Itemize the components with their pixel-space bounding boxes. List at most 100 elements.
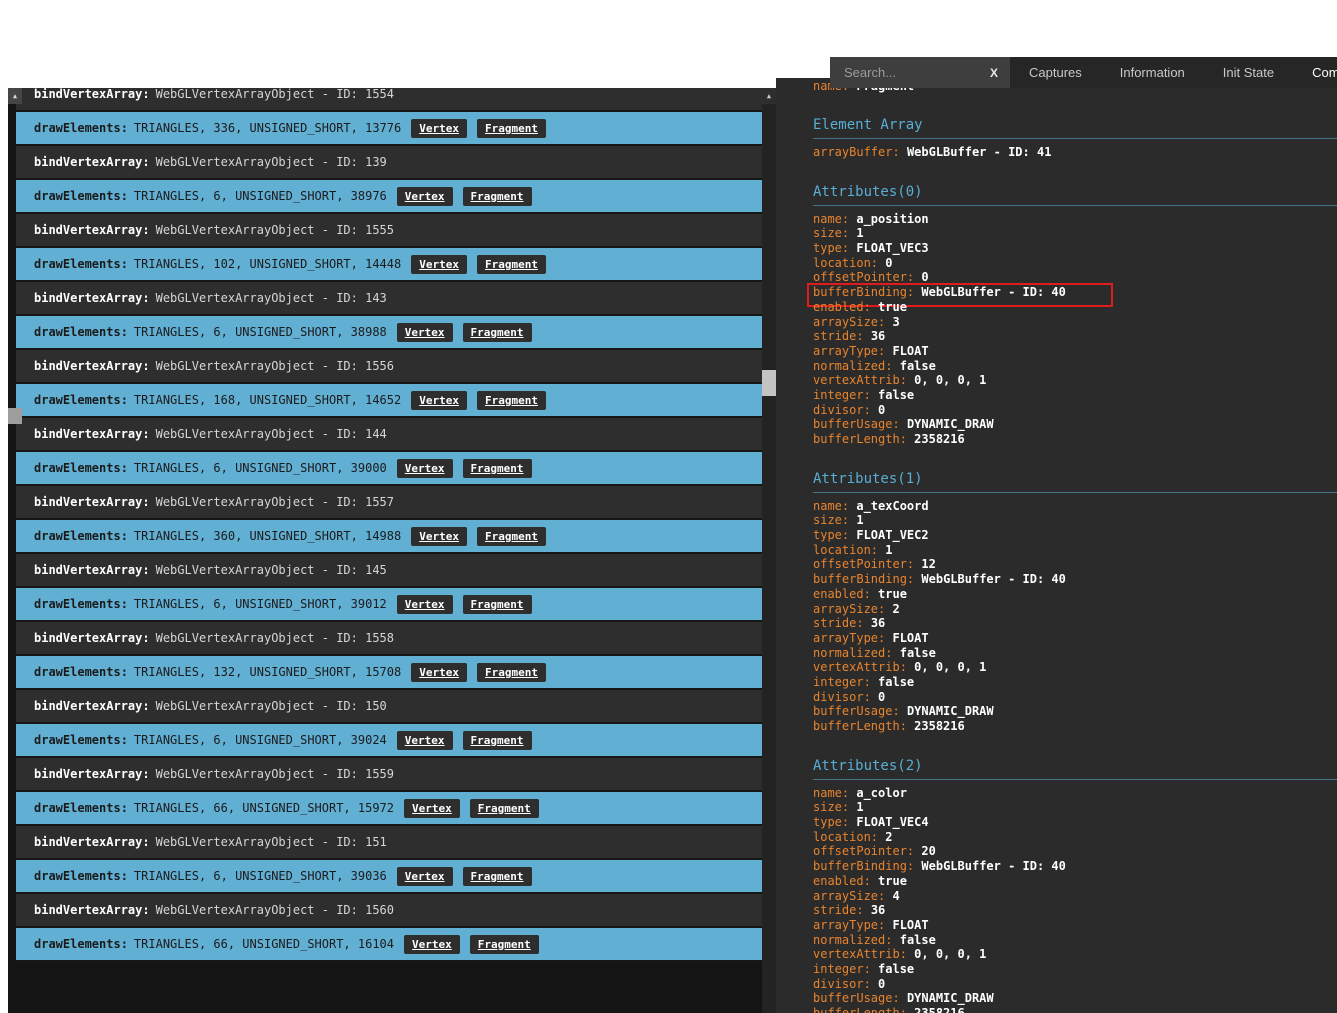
- command-row[interactable]: drawElements: TRIANGLES, 6, UNSIGNED_SHOR…: [16, 316, 762, 350]
- tab-information[interactable]: Information: [1101, 57, 1204, 88]
- property-line: enabled: true: [813, 587, 1337, 602]
- command-row[interactable]: bindVertexArray: WebGLVertexArrayObject -…: [16, 88, 762, 112]
- command-row[interactable]: bindVertexArray: WebGLVertexArrayObject -…: [16, 894, 762, 928]
- property-key: divisor:: [813, 689, 871, 704]
- scrollbar-thumb[interactable]: [8, 408, 22, 424]
- property-key: stride:: [813, 329, 864, 344]
- command-name: drawElements:: [34, 529, 128, 543]
- property-key: normalized:: [813, 358, 893, 373]
- fragment-shader-button[interactable]: Fragment: [476, 118, 546, 138]
- property-line: size: 1: [813, 513, 1337, 528]
- scrollbar-up-arrow-icon[interactable]: ▲: [762, 88, 776, 104]
- vertex-shader-button[interactable]: Vertex: [411, 526, 467, 546]
- command-row[interactable]: drawElements: TRIANGLES, 6, UNSIGNED_SHOR…: [16, 452, 762, 486]
- property-value: WebGLBuffer - ID: 41: [906, 145, 1052, 159]
- command-row[interactable]: drawElements: TRIANGLES, 102, UNSIGNED_SH…: [16, 248, 762, 282]
- fragment-shader-button[interactable]: Fragment: [476, 390, 546, 410]
- property-key: integer:: [813, 674, 871, 689]
- property-line: enabled: true: [813, 300, 1337, 315]
- property-line: arrayType: FLOAT: [813, 631, 1337, 646]
- command-row[interactable]: bindVertexArray: WebGLVertexArrayObject -…: [16, 282, 762, 316]
- command-row[interactable]: drawElements: TRIANGLES, 6, UNSIGNED_SHOR…: [16, 180, 762, 214]
- command-row[interactable]: bindVertexArray: WebGLVertexArrayObject -…: [16, 146, 762, 180]
- vertex-shader-button[interactable]: Vertex: [396, 730, 453, 750]
- command-row[interactable]: bindVertexArray: WebGLVertexArrayObject -…: [16, 826, 762, 860]
- section-title: Element Array: [813, 117, 1337, 139]
- fragment-shader-button[interactable]: Fragment: [462, 458, 532, 478]
- property-key: integer:: [813, 961, 871, 976]
- fragment-shader-button[interactable]: Fragment: [476, 254, 546, 274]
- command-args: WebGLVertexArrayObject - ID: 1555: [155, 223, 395, 237]
- command-row[interactable]: drawElements: TRIANGLES, 168, UNSIGNED_SH…: [16, 384, 762, 418]
- fragment-shader-button[interactable]: Fragment: [462, 730, 532, 750]
- property-line: divisor: 0: [813, 977, 1337, 992]
- vertex-shader-button[interactable]: Vertex: [411, 118, 467, 138]
- scrollbar-track[interactable]: [8, 88, 16, 1013]
- command-row[interactable]: drawElements: TRIANGLES, 6, UNSIGNED_SHOR…: [16, 588, 762, 622]
- property-key: type:: [813, 528, 850, 543]
- window-scrollbar[interactable]: ▲: [8, 88, 22, 1013]
- property-value: 2: [892, 601, 900, 616]
- fragment-shader-button[interactable]: Fragment: [476, 526, 546, 546]
- tab-init-state[interactable]: Init State: [1204, 57, 1293, 88]
- property-value: false: [899, 932, 936, 947]
- search-box[interactable]: X: [830, 57, 1010, 88]
- command-row[interactable]: bindVertexArray: WebGLVertexArrayObject -…: [16, 758, 762, 792]
- command-row[interactable]: bindVertexArray: WebGLVertexArrayObject -…: [16, 486, 762, 520]
- search-clear-icon[interactable]: X: [990, 66, 998, 80]
- vertex-shader-button[interactable]: Vertex: [396, 322, 453, 342]
- fragment-shader-button[interactable]: Fragment: [462, 186, 532, 206]
- vertex-shader-button[interactable]: Vertex: [411, 254, 467, 274]
- command-list: bindVertexArray: WebGLVertexArrayObject -…: [16, 88, 762, 1013]
- command-row[interactable]: drawElements: TRIANGLES, 66, UNSIGNED_SHO…: [16, 928, 762, 962]
- command-name: drawElements:: [34, 869, 128, 883]
- search-input[interactable]: [842, 64, 972, 81]
- vertex-shader-button[interactable]: Vertex: [396, 594, 453, 614]
- vertex-shader-button[interactable]: Vertex: [396, 866, 453, 886]
- property-line: location: 1: [813, 543, 1337, 558]
- fragment-shader-button[interactable]: Fragment: [469, 798, 539, 818]
- vertex-shader-button[interactable]: Vertex: [396, 186, 453, 206]
- property-line: size: 1: [813, 800, 1337, 815]
- command-row[interactable]: bindVertexArray: WebGLVertexArrayObject -…: [16, 554, 762, 588]
- property-key: enabled:: [813, 873, 871, 888]
- property-key: arraySize:: [813, 888, 886, 903]
- command-row[interactable]: drawElements: TRIANGLES, 6, UNSIGNED_SHOR…: [16, 860, 762, 894]
- property-value: 0: [878, 689, 886, 704]
- fragment-shader-button[interactable]: Fragment: [476, 662, 546, 682]
- fragment-shader-button[interactable]: Fragment: [462, 322, 532, 342]
- tab-captures[interactable]: Captures: [1010, 57, 1101, 88]
- command-row[interactable]: bindVertexArray: WebGLVertexArrayObject -…: [16, 214, 762, 248]
- command-row[interactable]: bindVertexArray: WebGLVertexArrayObject -…: [16, 690, 762, 724]
- vertex-shader-button[interactable]: Vertex: [404, 798, 460, 818]
- detail-section: Element Array arrayBuffer: WebGLBuffer - …: [813, 117, 1337, 160]
- vertex-shader-button[interactable]: Vertex: [411, 390, 467, 410]
- command-row[interactable]: drawElements: TRIANGLES, 132, UNSIGNED_SH…: [16, 656, 762, 690]
- scrollbar-up-arrow-icon[interactable]: ▲: [8, 88, 22, 104]
- vertex-shader-button[interactable]: Vertex: [411, 662, 467, 682]
- navbar-tabs: CapturesInformationInit StateCommands: [1010, 57, 1337, 88]
- command-name: bindVertexArray:: [34, 88, 150, 101]
- property-value: WebGLBuffer - ID: 40: [921, 285, 1066, 300]
- command-row[interactable]: bindVertexArray: WebGLVertexArrayObject -…: [16, 622, 762, 656]
- property-line: bufferBinding: WebGLBuffer - ID: 40: [813, 572, 1337, 587]
- vertex-shader-button[interactable]: Vertex: [396, 458, 453, 478]
- property-line: type: FLOAT_VEC3: [813, 241, 1337, 256]
- command-list-scrollbar[interactable]: ▲: [762, 88, 776, 1013]
- scrollbar-thumb[interactable]: [762, 370, 776, 396]
- command-row[interactable]: drawElements: TRIANGLES, 6, UNSIGNED_SHOR…: [16, 724, 762, 758]
- command-row[interactable]: drawElements: TRIANGLES, 360, UNSIGNED_SH…: [16, 520, 762, 554]
- property-key: size:: [813, 226, 850, 241]
- command-row[interactable]: drawElements: TRIANGLES, 336, UNSIGNED_SH…: [16, 112, 762, 146]
- command-name: drawElements:: [34, 665, 128, 679]
- tab-commands[interactable]: Commands: [1293, 57, 1337, 88]
- fragment-shader-button[interactable]: Fragment: [462, 866, 532, 886]
- command-row[interactable]: bindVertexArray: WebGLVertexArrayObject -…: [16, 418, 762, 452]
- command-args: TRIANGLES, 360, UNSIGNED_SHORT, 14988: [133, 529, 402, 543]
- command-row[interactable]: drawElements: TRIANGLES, 66, UNSIGNED_SHO…: [16, 792, 762, 826]
- fragment-shader-button[interactable]: Fragment: [462, 594, 532, 614]
- property-line: type: FLOAT_VEC2: [813, 528, 1337, 543]
- command-row[interactable]: bindVertexArray: WebGLVertexArrayObject -…: [16, 350, 762, 384]
- fragment-shader-button[interactable]: Fragment: [469, 934, 539, 954]
- vertex-shader-button[interactable]: Vertex: [404, 934, 460, 954]
